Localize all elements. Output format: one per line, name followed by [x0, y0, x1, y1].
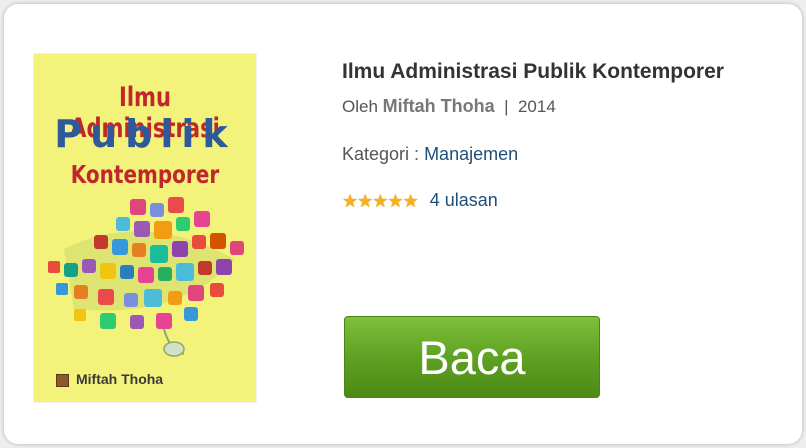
category-row: Kategori : Manajemen — [342, 144, 518, 165]
rating-row: ★ ★ ★ ★ ★ 4 ulasan — [342, 190, 498, 211]
reviews-link[interactable]: 4 ulasan — [430, 190, 498, 211]
book-cover[interactable]: Ilmu Administrasi Publik Kontemporer Mif… — [34, 54, 256, 402]
star-icon: ★ — [402, 190, 419, 211]
publish-year: 2014 — [517, 97, 556, 116]
star-rating: ★ ★ ★ ★ ★ — [342, 190, 419, 211]
cover-author: Miftah Thoha — [76, 371, 164, 387]
star-icon: ★ — [342, 190, 359, 211]
star-icon: ★ — [357, 190, 374, 211]
star-icon: ★ — [372, 190, 389, 211]
star-icon: ★ — [387, 190, 404, 211]
category-label: Kategori : — [342, 144, 420, 164]
book-meta: Oleh Miftah Thoha | 2014 — [342, 96, 556, 117]
meta-separator: | — [504, 97, 509, 116]
publisher-logo-icon — [56, 374, 69, 387]
by-label: Oleh — [342, 97, 378, 116]
category-link[interactable]: Manajemen — [424, 144, 518, 164]
book-title: Ilmu Administrasi Publik Kontemporer — [342, 60, 724, 83]
author-name: Miftah Thoha — [382, 96, 495, 116]
book-card: Ilmu Administrasi Publik Kontemporer Mif… — [4, 4, 802, 444]
cover-title-line2: Publik — [54, 112, 236, 156]
read-button[interactable]: Baca — [344, 316, 600, 398]
cover-illustration — [48, 197, 244, 357]
cover-title-line3: Kontemporer — [70, 160, 220, 189]
